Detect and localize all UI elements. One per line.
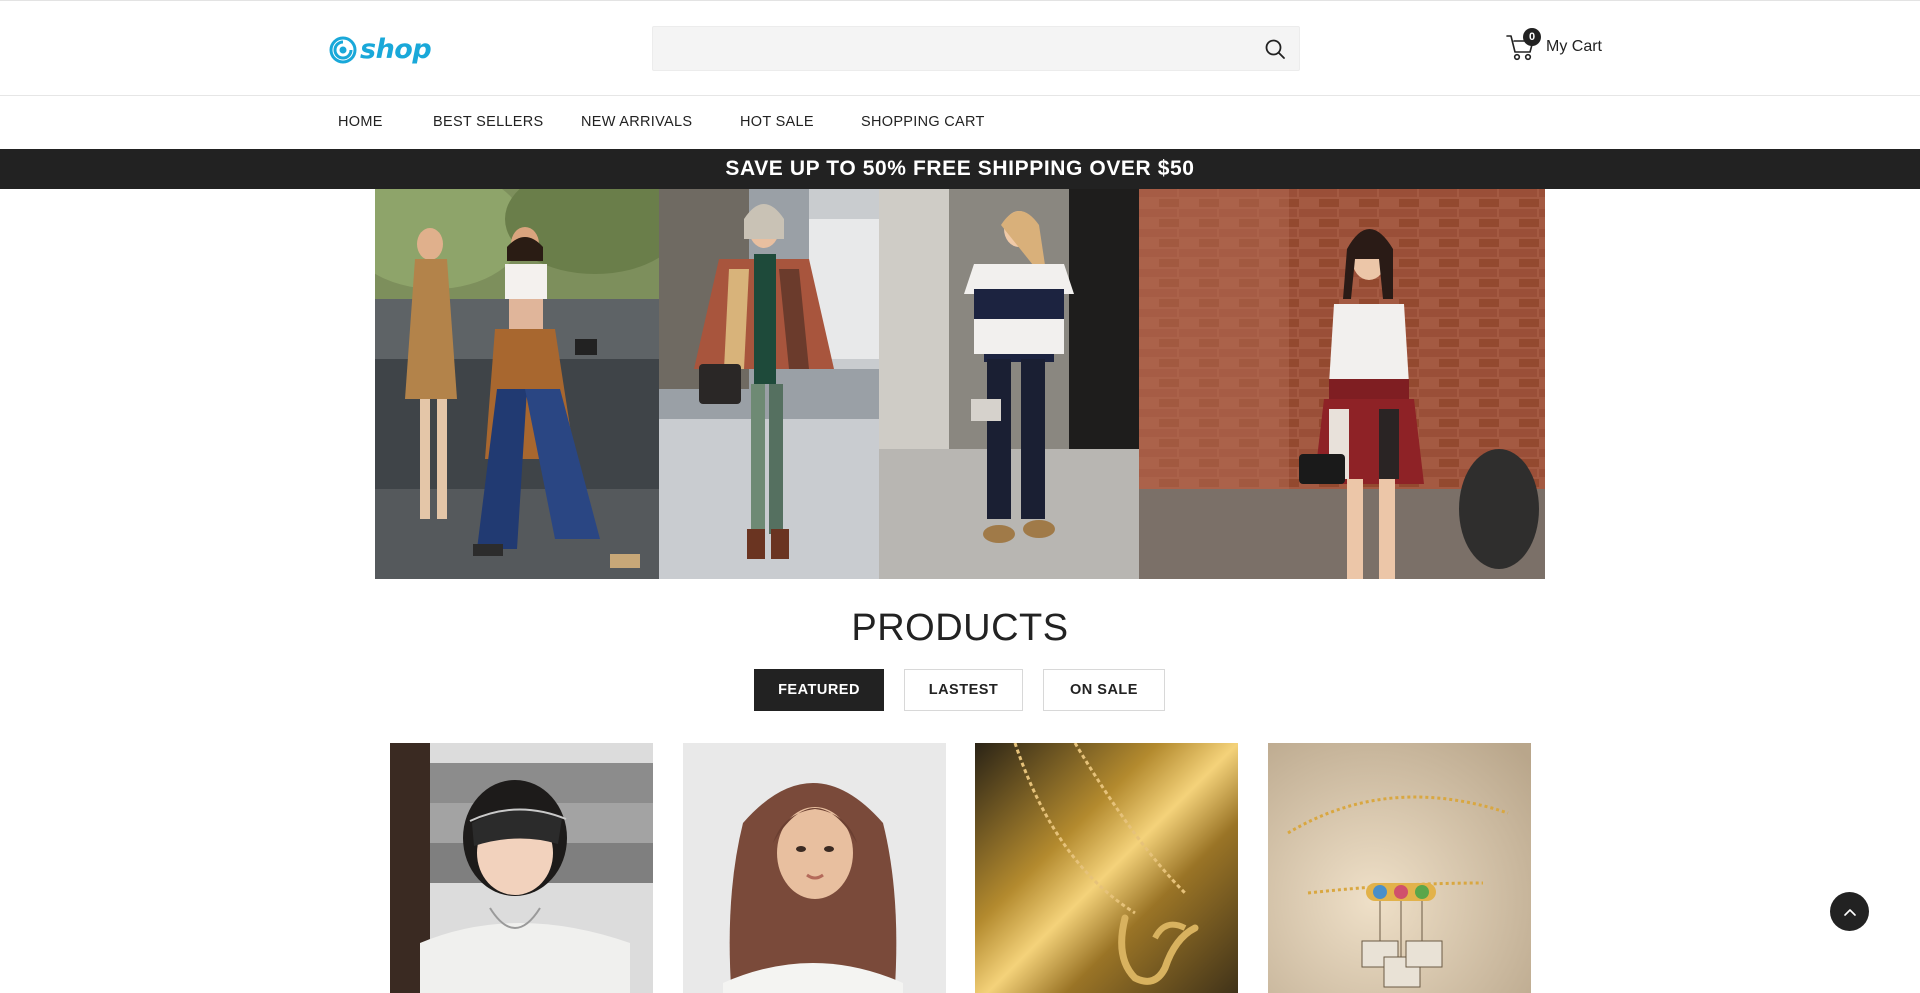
chevron-up-icon	[1843, 908, 1856, 916]
main-nav: HOME BEST SELLERS NEW ARRIVALS HOT SALE …	[0, 97, 1920, 149]
hero-image-3	[879, 189, 1139, 579]
promo-text: SAVE UP TO 50% FREE SHIPPING OVER $50	[725, 157, 1195, 180]
promo-banner: SAVE UP TO 50% FREE SHIPPING OVER $50	[0, 149, 1920, 189]
product-image-3	[975, 743, 1238, 993]
cart-label: My Cart	[1546, 38, 1602, 55]
product-image-4	[1268, 743, 1531, 993]
product-card-4[interactable]	[1268, 743, 1531, 993]
nav-item-best-sellers[interactable]: BEST SELLERS	[433, 114, 544, 130]
search-bar	[652, 26, 1300, 71]
product-tabs: FEATURED LASTEST ON SALE	[754, 669, 1185, 711]
product-card-1[interactable]	[390, 743, 653, 993]
cart-icon-wrap: 0	[1505, 28, 1541, 63]
product-grid	[390, 743, 1531, 993]
product-image-2	[683, 743, 946, 993]
product-image-1	[390, 743, 653, 993]
cart-count-badge: 0	[1523, 28, 1541, 46]
cart-button[interactable]: 0 My Cart	[1505, 28, 1602, 65]
search-input[interactable]	[653, 27, 1243, 70]
search-button[interactable]	[1263, 37, 1287, 61]
tab-featured[interactable]: FEATURED	[754, 669, 884, 711]
nav-item-hot-sale[interactable]: HOT SALE	[740, 114, 814, 130]
nav-item-shopping-cart[interactable]: SHOPPING CART	[861, 114, 985, 130]
nav-item-new-arrivals[interactable]: NEW ARRIVALS	[581, 114, 692, 130]
products-title: PRODUCTS	[851, 607, 1069, 649]
product-card-3[interactable]	[975, 743, 1238, 993]
hero-image-2	[659, 189, 879, 579]
tab-on-sale[interactable]: ON SALE	[1043, 669, 1165, 711]
product-card-2[interactable]	[683, 743, 946, 993]
site-logo[interactable]: shop	[328, 31, 432, 67]
swirl-logo-icon	[329, 36, 357, 64]
logo-text: shop	[360, 33, 432, 65]
hero-image-1	[375, 189, 659, 579]
nav-item-home[interactable]: HOME	[338, 114, 383, 130]
back-to-top-button[interactable]	[1830, 892, 1869, 931]
site-header: shop 0 My Cart	[0, 1, 1920, 96]
search-icon	[1265, 39, 1285, 59]
hero-image-4	[1139, 189, 1545, 579]
hero-banner[interactable]	[375, 189, 1545, 579]
tab-lastest[interactable]: LASTEST	[904, 669, 1023, 711]
